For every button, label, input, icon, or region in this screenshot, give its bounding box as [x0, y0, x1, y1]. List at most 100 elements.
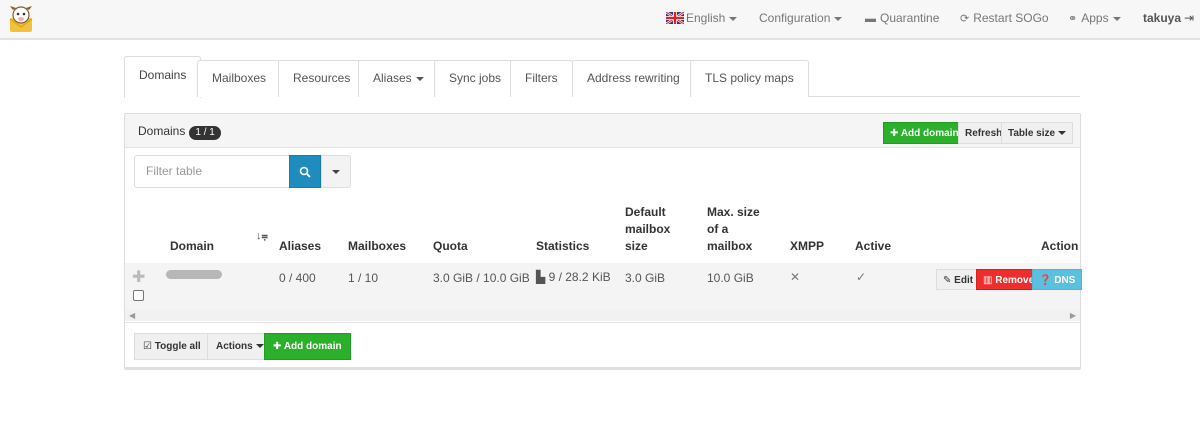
toggle-all-label: Toggle all [154, 341, 201, 352]
chevron-down-icon [255, 344, 264, 349]
tab-label: Address rewriting [587, 71, 680, 85]
table-size-label: Table size [1008, 128, 1056, 139]
divider [125, 322, 1080, 323]
tab-label: Aliases [373, 71, 412, 85]
row-checkbox[interactable] [133, 290, 144, 301]
xmpp-disabled-icon: ✕ [790, 270, 801, 284]
col-domain[interactable]: Domain [170, 238, 214, 255]
actions-label: Actions [216, 341, 253, 352]
filter-input[interactable]: Filter table [134, 155, 290, 188]
col-statistics[interactable]: Statistics [536, 238, 589, 255]
actions-dropdown-button[interactable]: Actions [207, 333, 273, 360]
domain-name-redacted[interactable] [166, 270, 222, 279]
footer-add-domain-button[interactable]: ✚ Add domain [264, 333, 351, 360]
quarantine-link[interactable]: ▬ Quarantine [865, 0, 939, 38]
tab-tls-policy-maps[interactable]: TLS policy maps [690, 60, 809, 97]
search-icon [299, 166, 311, 178]
filter-dropdown-button[interactable] [321, 155, 351, 188]
search-button[interactable] [289, 155, 321, 188]
link-icon: ⚭ [1068, 13, 1078, 25]
plus-icon: ✚ [890, 128, 899, 139]
col-action: Action [1041, 239, 1079, 253]
domain-count-badge: 1 / 1 [189, 126, 221, 140]
tab-bar: Domains Mailboxes Resources Aliases Sync… [124, 56, 1080, 98]
table-size-button[interactable]: Table size [1001, 122, 1074, 144]
panel-title: Domains 1 / 1 [138, 124, 221, 140]
tab-sync-jobs[interactable]: Sync jobs [434, 60, 517, 97]
tab-domains[interactable]: Domains [124, 56, 202, 98]
cell-aliases: 0 / 400 [279, 271, 316, 285]
check-square-icon: ☑ [143, 341, 152, 352]
chevron-down-icon [834, 16, 843, 21]
refresh-label: Refresh [965, 128, 1003, 139]
restart-label: Restart SOGo [973, 11, 1049, 25]
configuration-menu[interactable]: Configuration [759, 0, 843, 38]
edit-label: Edit [954, 275, 974, 286]
apps-label: Apps [1081, 11, 1109, 25]
col-mailboxes[interactable]: Mailboxes [348, 238, 406, 255]
tab-label: Domains [139, 68, 187, 82]
top-navbar: English Configuration ▬ Quarantine ⟳ Resta… [0, 0, 1200, 40]
quarantine-label: Quarantine [880, 11, 940, 25]
col-default-mailbox-size[interactable]: Default mailbox size [625, 204, 670, 255]
col-xmpp[interactable]: XMPP [790, 238, 824, 255]
logout-icon: ⇥ [1184, 11, 1195, 25]
active-check-icon: ✓ [856, 270, 867, 284]
panel-title-text: Domains [138, 124, 186, 138]
cell-max-size: 10.0 GiB [707, 271, 754, 285]
tab-address-rewriting[interactable]: Address rewriting [572, 60, 695, 97]
language-label: English [686, 11, 726, 25]
tab-mailboxes[interactable]: Mailboxes [197, 60, 282, 97]
tab-label: Mailboxes [212, 71, 267, 85]
expand-plus-icon[interactable]: ✚ [132, 267, 145, 287]
tab-label: Filters [525, 71, 558, 85]
user-logout-link[interactable]: takuya ⇥ [1143, 0, 1194, 38]
col-aliases[interactable]: Aliases [279, 238, 321, 255]
header-line: Max. size [707, 205, 760, 219]
chevron-down-icon [415, 76, 424, 81]
restart-sogo-link[interactable]: ⟳ Restart SOGo [960, 0, 1049, 38]
header-line: Default [625, 205, 666, 219]
tab-aliases[interactable]: Aliases [358, 60, 439, 97]
horizontal-scrollbar[interactable]: ◀ ▶ [125, 310, 1080, 321]
file-icon: ▙ [536, 270, 546, 284]
dns-button[interactable]: ❓ DNS [1032, 269, 1083, 290]
header-line: size [625, 239, 648, 253]
panel-heading: Domains 1 / 1 ✚ Add domain Refresh Table … [125, 114, 1080, 148]
toggle-all-button[interactable]: ☑ Toggle all [134, 333, 210, 360]
chevron-down-icon [1112, 16, 1121, 21]
add-domain-label: Add domain [900, 128, 959, 139]
header-line: mailbox [625, 222, 671, 236]
add-domain-button[interactable]: ✚ Add domain [883, 122, 966, 144]
cell-quota: 3.0 GiB / 10.0 GiB [433, 271, 530, 285]
tab-label: TLS policy maps [705, 71, 794, 85]
header-line: of a [707, 222, 729, 236]
pencil-icon: ✎ [943, 275, 952, 286]
sort-amount-icon[interactable]: ↓⩦ [256, 228, 268, 245]
username: takuya [1143, 11, 1182, 25]
header-line: mailbox [707, 239, 753, 253]
chevron-down-icon [729, 16, 738, 21]
refresh-icon: ⟳ [960, 13, 970, 25]
col-max-mailbox-size[interactable]: Max. size of a mailbox [707, 204, 760, 255]
tab-filters[interactable]: Filters [510, 60, 573, 97]
scroll-left-icon[interactable]: ◀ [129, 310, 135, 321]
cell-default-mailbox-size: 3.0 GiB [625, 271, 666, 285]
tab-resources[interactable]: Resources [278, 60, 366, 97]
chevron-down-icon [332, 169, 340, 174]
cell-mailboxes: 1 / 10 [348, 271, 379, 285]
tab-label: Resources [293, 71, 351, 85]
uk-flag-icon [666, 12, 684, 24]
add-domain-label: Add domain [283, 341, 342, 352]
domains-panel: Domains 1 / 1 ✚ Add domain Refresh Table … [124, 113, 1083, 370]
statistics-value: 9 / 28.2 KiB [548, 270, 611, 284]
question-circle-icon: ❓ [1039, 275, 1052, 286]
mailcow-logo-icon[interactable] [6, 4, 36, 34]
apps-menu[interactable]: ⚭ Apps [1068, 0, 1121, 38]
scroll-right-icon[interactable]: ▶ [1070, 310, 1076, 321]
col-quota[interactable]: Quota [433, 238, 468, 255]
cell-statistics: ▙ 9 / 28.2 KiB [536, 270, 611, 284]
edit-button[interactable]: ✎ Edit [936, 269, 981, 290]
language-menu[interactable]: English [666, 0, 738, 38]
col-active[interactable]: Active [855, 238, 891, 255]
